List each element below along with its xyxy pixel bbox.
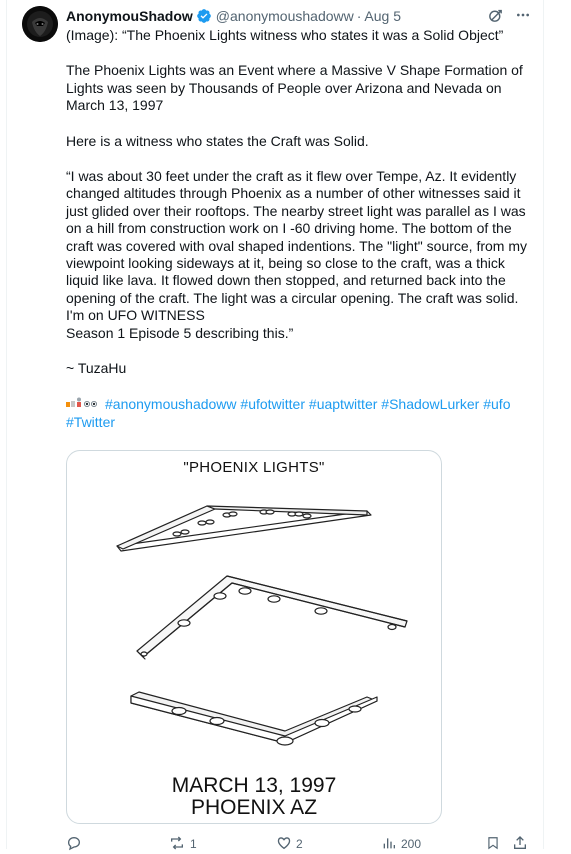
image-caption-date: MARCH 13, 1997	[171, 774, 337, 797]
witness-quote-end: Season 1 Episode 5 describing this.”	[66, 324, 294, 341]
like-button[interactable]: 2	[276, 835, 303, 854]
tweet-header: AnonymouShadow @anonymoushadoww · Aug 5	[66, 6, 401, 26]
bookmark-icon	[486, 835, 500, 854]
separator-dot: ·	[356, 8, 362, 24]
tweet-text: (Image): “The Phoenix Lights witness who…	[66, 27, 528, 431]
hashtag-link[interactable]: #anonymoushadoww	[105, 396, 237, 412]
emoji-icon	[66, 396, 100, 413]
reply-button[interactable]	[66, 835, 86, 854]
hashtag-link[interactable]: #uaptwitter	[309, 396, 377, 412]
hashtag-link[interactable]: #ufotwitter	[240, 396, 305, 412]
craft-drawing-middle	[136, 575, 408, 660]
image-caption: MARCH 13, 1997 PHOENIX AZ	[67, 775, 441, 819]
action-bar: 1 2 200	[66, 834, 536, 854]
attribution: ~ TuzaHu	[66, 360, 127, 377]
hashtag-link[interactable]: #ufo	[483, 396, 510, 412]
post-paragraph-2: Here is a witness who states the Craft w…	[66, 132, 369, 149]
share-icon	[512, 835, 528, 854]
post-time[interactable]: Aug 5	[364, 8, 401, 24]
post-intro: (Image): “The Phoenix Lights witness who…	[66, 27, 504, 43]
post-paragraph-1: The Phoenix Lights was an Event where a …	[66, 62, 523, 114]
header-actions	[486, 6, 532, 24]
user-handle[interactable]: @anonymoushadoww	[216, 8, 354, 24]
verified-badge-icon	[196, 8, 212, 24]
left-divider	[6, 0, 7, 849]
views-icon	[381, 835, 397, 854]
more-icon[interactable]	[514, 6, 532, 24]
craft-drawings	[116, 505, 408, 746]
grok-icon[interactable]	[486, 6, 504, 24]
tweet-image[interactable]: "PHOENIX LIGHTS" MARCH 13, 1997 PHOENIX …	[66, 450, 442, 824]
craft-drawing-top	[116, 505, 372, 552]
views-button[interactable]: 200	[381, 835, 421, 854]
avatar[interactable]	[22, 6, 58, 42]
hashtag-link[interactable]: #Twitter	[66, 414, 115, 430]
reply-icon	[66, 835, 82, 854]
hashtag-list: #anonymoushadoww #ufotwitter #uaptwitter…	[66, 396, 528, 431]
display-name[interactable]: AnonymouShadow	[66, 8, 193, 24]
repost-icon	[168, 835, 186, 854]
image-caption-place: PHOENIX AZ	[190, 796, 318, 819]
craft-drawing-bottom	[130, 691, 378, 746]
right-divider	[543, 0, 544, 849]
tweet[interactable]: AnonymouShadow @anonymoushadoww · Aug 5 …	[0, 0, 571, 851]
repost-button[interactable]: 1	[168, 835, 197, 854]
hashtag-link[interactable]: #ShadowLurker	[381, 396, 479, 412]
share-button[interactable]	[512, 835, 528, 854]
witness-quote: “I was about 30 feet under the craft as …	[66, 168, 528, 324]
bookmark-button[interactable]	[486, 835, 500, 854]
like-icon	[276, 835, 292, 854]
